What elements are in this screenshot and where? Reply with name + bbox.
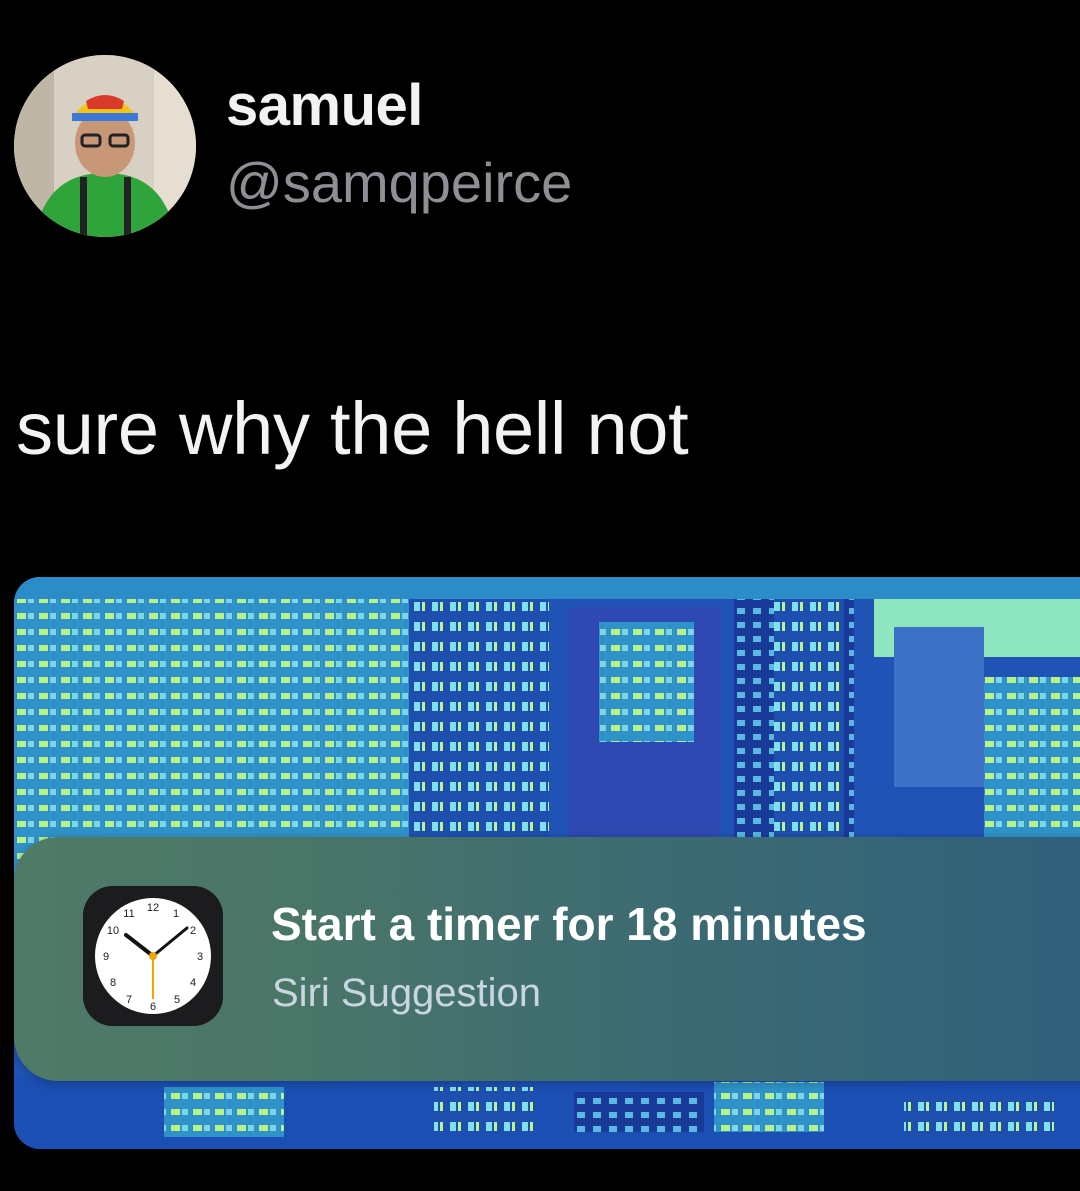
svg-text:6: 6 — [150, 1001, 156, 1013]
svg-text:4: 4 — [190, 977, 196, 989]
notification-subtitle: Siri Suggestion — [272, 971, 542, 1015]
svg-text:11: 11 — [123, 908, 134, 920]
notification-title: Start a timer for 18 minutes — [271, 898, 867, 950]
avatar[interactable] — [14, 55, 196, 237]
svg-text:1: 1 — [173, 908, 179, 920]
avatar-image — [14, 55, 196, 237]
siri-suggestion-banner[interactable]: 12 1 2 3 4 5 6 7 8 9 10 11 Start a timer… — [14, 837, 1080, 1081]
svg-text:10: 10 — [107, 925, 119, 937]
svg-text:5: 5 — [174, 994, 180, 1006]
clock-icon: 12 1 2 3 4 5 6 7 8 9 10 11 — [83, 886, 223, 1026]
svg-text:8: 8 — [110, 977, 116, 989]
tweet-header: samuel @samqpeirce — [14, 55, 572, 237]
svg-text:12: 12 — [147, 902, 159, 914]
svg-text:3: 3 — [197, 951, 203, 963]
tweet-media[interactable]: 12 1 2 3 4 5 6 7 8 9 10 11 Start a timer… — [14, 577, 1080, 1149]
author-handle[interactable]: @samqpeirce — [226, 148, 572, 218]
author-name[interactable]: samuel — [226, 70, 572, 142]
svg-text:2: 2 — [190, 925, 196, 937]
svg-text:9: 9 — [103, 951, 109, 963]
svg-text:7: 7 — [126, 994, 132, 1006]
tweet-text: sure why the hell not — [16, 387, 689, 470]
